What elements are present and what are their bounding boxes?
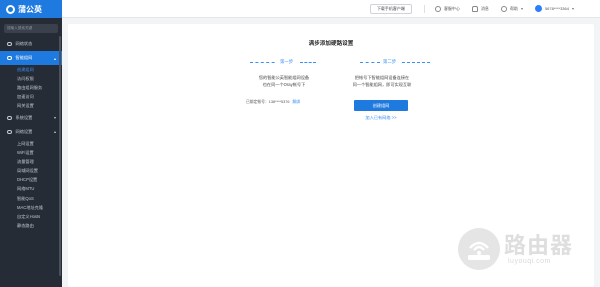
top-bar: 下载手机客户端 客服中心 消息 帮助 ▾ 5678****3364 ▾ [62, 0, 600, 18]
notice-button[interactable]: 消息 [471, 5, 489, 12]
sidebar-section-network-status[interactable]: 网络状态 [0, 37, 62, 51]
status-icon [7, 41, 12, 47]
sidebar-item-label: MAC地址克隆 [17, 204, 44, 210]
step-divider [360, 62, 380, 63]
sidebar-item-accelerate[interactable]: 加速访问 [0, 93, 62, 102]
sidebar: 蒲公英 搜输入搜索关键 网络状态 智能组网 ▴ 创建组网 访问权限 路由组网服务… [0, 0, 62, 287]
sidebar-item-lan[interactable]: 局域网设置 [0, 167, 62, 176]
watermark-title: 路由器 [504, 233, 574, 258]
gear-icon [7, 115, 12, 121]
sidebar-item-label: 上网设置 [17, 140, 34, 146]
sidebar-section-smart-network[interactable]: 智能组网 ▴ [0, 51, 62, 65]
sidebar-item-label: 访问权限 [17, 75, 34, 81]
unbind-link[interactable]: 解绑 [292, 100, 300, 104]
sidebar-item-access[interactable]: 访问权限 [0, 74, 62, 83]
bound-account: 已绑定帐号：138****5376 解绑 [246, 100, 300, 105]
sidebar-item-label: 局域网设置 [17, 168, 38, 174]
sidebar-scrollbar[interactable] [59, 36, 61, 276]
watermark-url: luyouqi.com [508, 258, 551, 265]
brand-logo[interactable]: 蒲公英 [0, 0, 62, 18]
router-icon [458, 228, 500, 270]
sidebar-item-label: DHCP设置 [17, 177, 38, 183]
logo-icon [6, 4, 15, 14]
account-menu[interactable]: 5678****3364 ▾ [534, 5, 574, 12]
globe-icon [7, 129, 12, 135]
step1-desc-line: 也在同一个Oray帐号下 [262, 82, 306, 87]
step2-label: 第二步 [380, 59, 400, 65]
step2-desc-line: 把帐号下智能组网设备连接在 [354, 75, 410, 80]
step2-desc-line: 同一个智能组网，即可实现互联 [352, 82, 412, 87]
help-button[interactable]: 帮助 ▾ [500, 5, 523, 12]
notice-label: 消息 [480, 5, 489, 11]
bell-icon [471, 5, 478, 12]
sidebar-item-dhcp[interactable]: DHCP设置 [0, 176, 62, 185]
chevron-down-icon: ▾ [520, 6, 523, 11]
step2-description: 把帐号下智能组网设备连接在 同一个智能组网，即可实现互联 [330, 74, 434, 88]
sidebar-item-label: WiFi设置 [17, 149, 34, 155]
sidebar-section-label: 系统设置 [15, 114, 33, 120]
sidebar-section-label: 智能组网 [15, 55, 33, 60]
sidebar-item-qos[interactable]: 智能QoS [0, 194, 62, 203]
sidebar-section-network-settings[interactable]: 网络设置 ▴ [0, 125, 62, 139]
chevron-down-icon: ▾ [53, 115, 56, 121]
step1-label: 第一步 [277, 59, 297, 65]
sidebar-item-label: 网络MTU [17, 186, 35, 192]
sidebar-item-mtu[interactable]: 网络MTU [0, 185, 62, 194]
sidebar-section-label: 网络设置 [15, 128, 33, 134]
divider [423, 4, 425, 13]
step-divider [402, 62, 430, 63]
sidebar-item-label: 静态路由 [17, 223, 34, 229]
sidebar-section-label: 网络状态 [15, 41, 33, 46]
sidebar-search-input[interactable]: 搜输入搜索关键 [4, 24, 58, 33]
download-client-label: 下载手机客户端 [376, 5, 405, 11]
sidebar-item-traffic[interactable]: 流量管理 [0, 157, 62, 166]
step1-description: 您的智能公英智能组网设备 也在同一个Oray帐号下 [228, 74, 340, 88]
page-title: 满步添加硬路设置 [308, 41, 354, 47]
sidebar-item-mac-clone[interactable]: MAC地址克隆 [0, 203, 62, 212]
create-network-button[interactable]: 创建组网 [354, 100, 408, 111]
watermark: 路由器 luyouqi.com [458, 226, 596, 278]
chevron-up-icon: ▴ [53, 55, 56, 61]
help-label: 帮助 [509, 5, 518, 11]
user-icon [434, 5, 441, 12]
sidebar-item-gateway[interactable]: 网关设置 [0, 102, 62, 111]
step-divider [300, 62, 316, 63]
account-label: 5678****3364 [544, 6, 569, 11]
avatar [534, 5, 542, 12]
search-placeholder: 搜输入搜索关键 [7, 26, 33, 30]
network-icon [7, 55, 12, 61]
download-client-button[interactable]: 下载手机客户端 [369, 3, 412, 14]
sidebar-item-label: 创建组网 [17, 66, 34, 72]
service-center-label: 客服中心 [443, 5, 460, 11]
chevron-up-icon: ▴ [53, 129, 56, 135]
sidebar-item-wifi[interactable]: WiFi设置 [0, 148, 62, 157]
help-icon [500, 5, 507, 12]
sidebar-item-create-network[interactable]: 创建组网 [0, 65, 62, 74]
step-divider [250, 62, 280, 63]
brand-name: 蒲公英 [18, 4, 42, 14]
sidebar-item-label: 流量管理 [17, 158, 34, 164]
sidebar-item-static-route[interactable]: 静态路由 [0, 222, 62, 231]
sidebar-item-label: 路由组网服务 [17, 84, 43, 90]
sidebar-item-router-service[interactable]: 路由组网服务 [0, 83, 62, 92]
chevron-down-icon: ▾ [571, 6, 574, 11]
bound-account-text: 已绑定帐号：138****5376 [246, 100, 290, 104]
sidebar-item-label: 网关设置 [17, 103, 34, 109]
sidebar-section-system-settings[interactable]: 系统设置 ▾ [0, 111, 62, 125]
sidebar-item-label: 智能QoS [17, 195, 34, 201]
sidebar-item-hosts[interactable]: 自定义Hosts [0, 212, 62, 221]
sidebar-item-internet[interactable]: 上网设置 [0, 139, 62, 148]
sidebar-item-label: 加速访问 [17, 94, 34, 100]
sidebar-item-label: 自定义Hosts [17, 214, 41, 220]
join-network-link[interactable]: 加入已有网络 >> [354, 115, 408, 121]
service-center-button[interactable]: 客服中心 [434, 5, 460, 12]
step1-desc-line: 您的智能公英智能组网设备 [258, 75, 310, 80]
